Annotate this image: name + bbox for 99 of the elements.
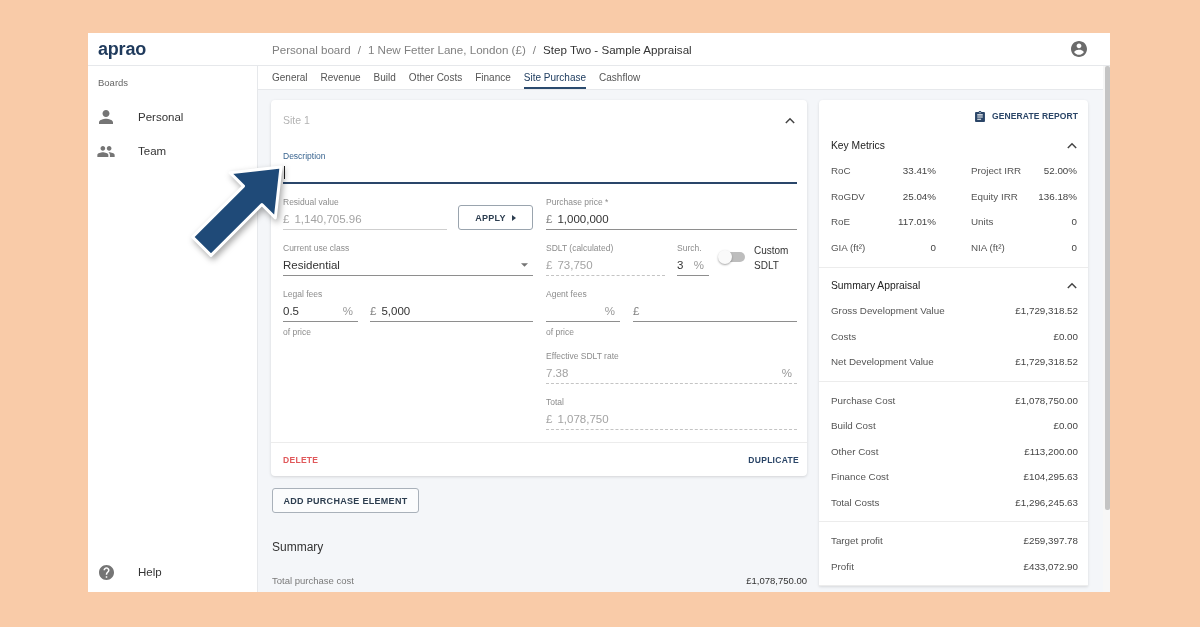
- metric-label: GIA (ft²): [831, 241, 866, 253]
- input-field[interactable]: £: [633, 300, 797, 322]
- field-label: Total: [546, 396, 565, 408]
- metric-value: 33.41%: [902, 165, 936, 177]
- duplicate-button[interactable]: DUPLICATE: [748, 454, 799, 465]
- scrollbar-thumb[interactable]: [1104, 66, 1110, 510]
- summary-value: £259,397.78: [1023, 535, 1078, 547]
- tab[interactable]: Finance: [475, 66, 511, 89]
- caret-right-icon: [511, 214, 516, 221]
- input-field[interactable]: 0.5 %: [283, 300, 358, 322]
- breadcrumb-separator: /: [532, 42, 536, 56]
- sidebar-item[interactable]: Team: [88, 134, 257, 168]
- tab[interactable]: General: [272, 66, 308, 89]
- summary-value: £1,729,318.52: [1015, 305, 1078, 317]
- tab[interactable]: Other Costs: [408, 66, 463, 89]
- metric-label: Equity IRR: [971, 190, 1018, 202]
- summary-value: £0.00: [1053, 420, 1078, 432]
- metric-label: NIA (ft²): [971, 241, 1005, 253]
- input-field[interactable]: 3 %: [677, 254, 709, 276]
- summary-value: £0.00: [1053, 330, 1078, 342]
- summary-label: Total Costs: [831, 496, 880, 508]
- summary-label: Other Cost: [831, 445, 879, 457]
- breadcrumb-item[interactable]: Personal board: [272, 42, 351, 56]
- summary-label: Costs: [831, 330, 857, 342]
- metric-label: Units: [971, 216, 994, 228]
- field-label: Residual value: [283, 196, 340, 208]
- metric-value: 0: [930, 241, 936, 253]
- field-label: Description: [283, 150, 327, 162]
- chevron-up-icon[interactable]: [1067, 281, 1077, 289]
- metric-value: 0: [1071, 216, 1077, 228]
- summary-label: Build Cost: [831, 420, 876, 432]
- summary-value: £113,200.00: [1024, 445, 1078, 457]
- tab[interactable]: Site Purchase: [523, 66, 587, 89]
- summary-label: Profit: [831, 560, 854, 572]
- summary-label: Gross Development Value: [831, 305, 945, 317]
- card-title: Site 1: [283, 114, 310, 126]
- help-link[interactable]: Help: [88, 562, 257, 582]
- sidebar-item[interactable]: Personal: [88, 100, 257, 134]
- field-label: SDLT (calculated): [546, 242, 615, 254]
- tab[interactable]: Build: [373, 66, 396, 89]
- summary-label: Purchase Cost: [831, 394, 896, 406]
- app-logo[interactable]: aprao: [98, 38, 147, 59]
- summary-value: £1,296,245.63: [1015, 496, 1078, 508]
- chevron-up-icon[interactable]: [1067, 141, 1077, 149]
- section-heading: Summary Appraisal: [831, 279, 921, 291]
- apply-button[interactable]: APPLY: [458, 205, 533, 230]
- input-field[interactable]: £ 5,000: [370, 300, 533, 322]
- help-icon: [98, 564, 114, 580]
- sidebar-heading: Boards: [97, 77, 130, 89]
- metric-label: RoGDV: [831, 190, 865, 202]
- field-label: Agent fees: [546, 288, 588, 300]
- field-label: Purchase price *: [546, 196, 610, 208]
- tab[interactable]: Revenue: [320, 66, 361, 89]
- clipboard-icon: [975, 110, 986, 122]
- input-field: £ 73,750: [546, 254, 665, 276]
- select-field[interactable]: Residential: [283, 254, 533, 276]
- summary-value: £1,078,750.00: [1015, 394, 1078, 406]
- input-field: 7.38 %: [546, 362, 797, 384]
- metric-value: 0: [1071, 241, 1077, 253]
- summary-heading: Summary: [272, 539, 325, 555]
- hint-text: of price: [546, 326, 574, 338]
- summary-value: £1,729,318.52: [1015, 356, 1078, 368]
- generate-report-button[interactable]: GENERATE REPORT: [975, 110, 1078, 122]
- section-heading: Key Metrics: [831, 139, 885, 151]
- field-label: Legal fees: [283, 288, 324, 300]
- caret-down-icon: [521, 263, 528, 267]
- tab[interactable]: Cashflow: [599, 66, 641, 89]
- account-icon[interactable]: [1071, 41, 1087, 57]
- people-icon: [97, 145, 115, 157]
- breadcrumb-item[interactable]: 1 New Fetter Lane, London (£): [367, 42, 526, 56]
- metric-value: 136.18%: [1038, 190, 1077, 202]
- summary-label: Finance Cost: [831, 471, 889, 483]
- metric-label: RoE: [831, 216, 851, 228]
- metric-label: RoC: [831, 165, 851, 177]
- input-field: £ 1,078,750: [546, 408, 797, 430]
- toggle-label: Custom SDLT: [754, 244, 790, 273]
- metric-value: 117.01%: [898, 216, 936, 228]
- person-icon: [99, 110, 113, 124]
- delete-button[interactable]: DELETE: [283, 454, 319, 465]
- summary-value: £104,295.63: [1023, 471, 1078, 483]
- metric-value: 52.00%: [1043, 165, 1077, 177]
- metric-label: Project IRR: [971, 165, 1022, 177]
- toggle-switch[interactable]: [718, 250, 745, 264]
- chevron-up-icon[interactable]: [785, 116, 795, 124]
- breadcrumb-separator: /: [357, 42, 361, 56]
- field-label: Surch.: [677, 242, 703, 254]
- summary-label: Total purchase cost: [272, 574, 354, 588]
- summary-label: Target profit: [831, 535, 883, 547]
- summary-value: £433,072.90: [1023, 560, 1078, 572]
- input-field[interactable]: £ 1,000,000: [546, 208, 797, 230]
- breadcrumb-item[interactable]: Step Two - Sample Appraisal: [543, 42, 692, 56]
- field-label: Effective SDLT rate: [546, 350, 620, 362]
- summary-value: £1,078,750.00: [746, 574, 807, 588]
- text-cursor: [284, 166, 285, 179]
- metric-value: 25.04%: [902, 190, 936, 202]
- add-purchase-element-button[interactable]: ADD PURCHASE ELEMENT: [272, 488, 419, 513]
- summary-label: Net Development Value: [831, 356, 934, 368]
- hint-text: of price: [283, 326, 311, 338]
- field-label: Current use class: [283, 242, 351, 254]
